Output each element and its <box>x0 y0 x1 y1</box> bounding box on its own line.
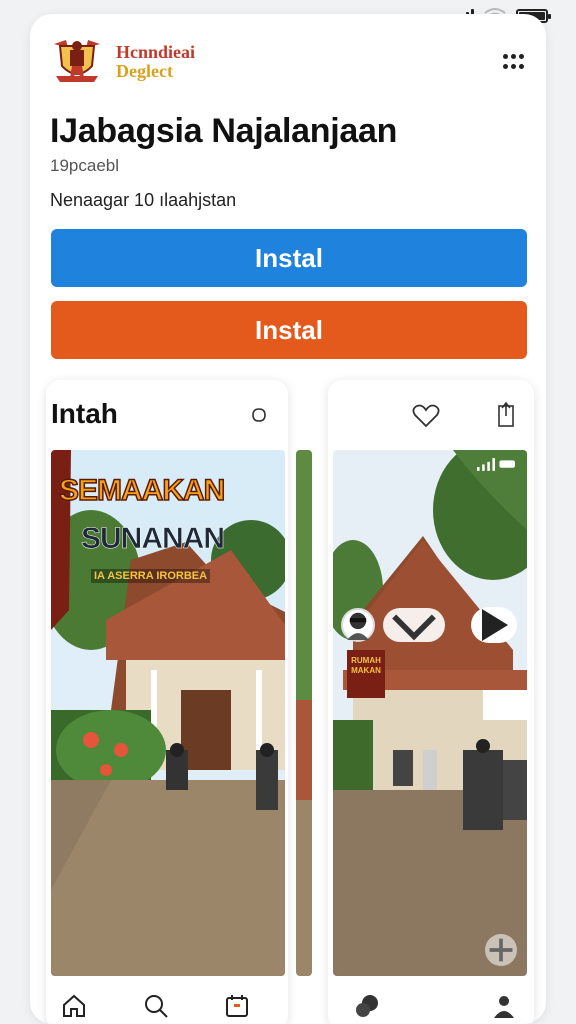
heart-icon[interactable] <box>412 404 440 428</box>
banner-subtitle: SUNANAN <box>81 522 226 556</box>
share-icon[interactable] <box>496 402 518 428</box>
brand-tagline: Deglect <box>116 61 173 81</box>
search-icon[interactable] <box>142 992 170 1020</box>
app-description: Nenaagar 10 ılaahjstan <box>50 190 237 210</box>
profile-icon[interactable] <box>490 992 518 1020</box>
expand-icon[interactable] <box>485 934 517 966</box>
gallery-label: Intah <box>51 398 118 429</box>
brand-text: Hcnndieai Deglect <box>116 43 195 81</box>
info-icon[interactable] <box>250 407 268 425</box>
chat-icon[interactable] <box>354 992 382 1020</box>
install-button-secondary[interactable]: Instal <box>51 301 527 359</box>
brand-name: Hcnndieai <box>116 42 196 62</box>
gallery-image-main[interactable]: SEMAAKAN SUNANAN IA ASERRA IRORBEA <box>51 450 285 976</box>
more-icon[interactable] <box>502 54 524 70</box>
gallery-image-secondary[interactable]: RUMAH MAKAN <box>333 450 527 976</box>
banner-title: SEMAAKAN <box>58 473 226 508</box>
mini-status-bar <box>477 458 517 471</box>
play-button[interactable] <box>471 607 517 643</box>
app-screen: Hcnndieai Deglect IJabagsia Najalanjaan … <box>0 0 576 1024</box>
crest-logo-icon <box>54 40 100 82</box>
install-button-primary[interactable]: Instal <box>51 229 527 287</box>
banner-caption: IA ASERRA IRORBEA <box>91 569 211 583</box>
brand-header: Hcnndieai Deglect <box>50 36 195 88</box>
calendar-icon[interactable] <box>223 992 251 1020</box>
app-subtitle: 19pcaebl <box>50 156 120 175</box>
gallery-image-peek[interactable] <box>296 450 312 976</box>
play-icon <box>482 609 508 641</box>
chevron-down-icon[interactable] <box>383 608 445 642</box>
home-icon[interactable] <box>60 992 88 1020</box>
app-card: Hcnndieai Deglect IJabagsia Najalanjaan … <box>30 14 546 1024</box>
avatar[interactable] <box>341 608 375 642</box>
shop-sign: RUMAH MAKAN <box>347 650 385 698</box>
app-title: IJabagsia Najalanjaan <box>50 112 398 150</box>
